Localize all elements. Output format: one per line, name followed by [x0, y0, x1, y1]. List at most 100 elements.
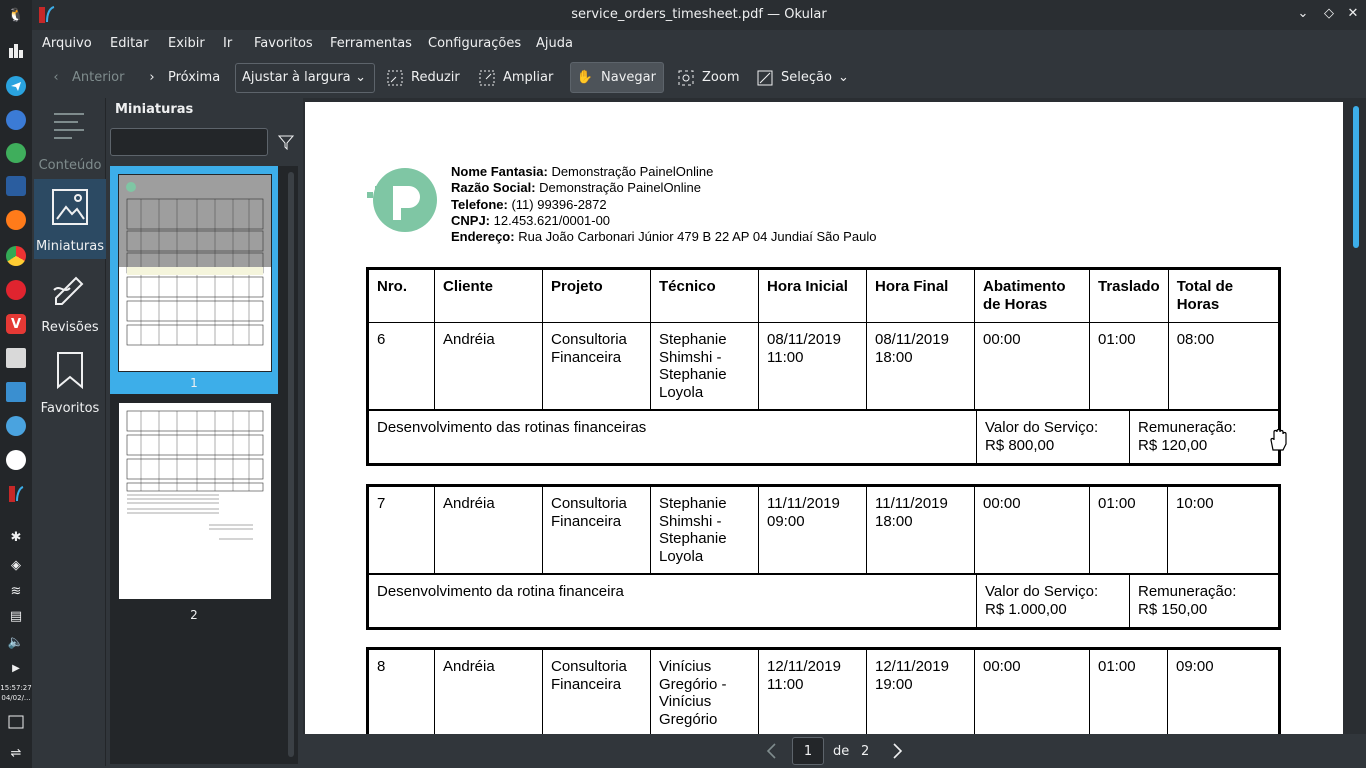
grid-app-icon[interactable]	[6, 41, 26, 61]
order-tecnico: Vinícius Gregório - Vinícius Gregório	[650, 649, 759, 734]
previous-page-button[interactable]: ‹ Anterior	[42, 62, 130, 93]
thumbnail-page-2[interactable]: 2	[110, 402, 278, 632]
zoom-in-icon	[479, 70, 495, 86]
tab-reviews[interactable]: Revisões	[34, 260, 106, 340]
document-scrollbar[interactable]	[1353, 106, 1359, 248]
menu-ir[interactable]: Ir	[223, 36, 232, 51]
show-desktop-icon[interactable]	[6, 712, 26, 732]
clock-date: 04/02/...	[1, 694, 31, 702]
vivaldi-icon[interactable]: V	[6, 314, 26, 334]
hand-cursor-icon	[1270, 428, 1287, 451]
opera-icon[interactable]	[6, 280, 26, 300]
clipboard-icon[interactable]: ▤	[6, 606, 26, 626]
filter-icon[interactable]	[278, 134, 294, 150]
social-value: Demonstração PainelOnline	[539, 180, 702, 196]
tray-expand-icon[interactable]: ▶	[6, 658, 26, 678]
header-nro: Nro.	[368, 269, 435, 323]
maximize-button[interactable]: ◇	[1320, 6, 1338, 24]
order-tecnico: Stephanie Shimshi - Stephanie Loyola	[650, 486, 759, 574]
menu-arquivo[interactable]: Arquivo	[42, 36, 92, 51]
thumbnails-icon	[52, 189, 88, 225]
minimize-button[interactable]: ⌄	[1294, 6, 1312, 24]
selection-dropdown-icon[interactable]: ⌄	[838, 70, 849, 85]
zoom-mode-select[interactable]: Ajustar à largura ⌄	[235, 63, 375, 93]
close-button[interactable]: ✕	[1344, 6, 1362, 24]
header-traslado: Traslado	[1089, 269, 1169, 323]
thumbnail-page-1-image	[118, 174, 272, 372]
zoom-tool-icon	[678, 70, 694, 86]
bookmark-icon	[57, 352, 83, 389]
order-cliente: Andréia	[434, 649, 543, 734]
volume-icon[interactable]: 🔈	[6, 632, 26, 652]
valor-value: R$ 1.000,00	[985, 600, 1067, 618]
order-description-row: Desenvolvimento da rotina financeira Val…	[368, 574, 1279, 628]
window-title: service_orders_timesheet.pdf — Okular	[571, 7, 827, 22]
order-inicio: 12/11/2019 11:00	[758, 649, 867, 734]
next-page-button[interactable]: › Próxima	[138, 62, 226, 93]
menu-ferramentas[interactable]: Ferramentas	[330, 36, 412, 51]
browse-label: Navegar	[601, 70, 656, 85]
sidebar-tabs: Conteúdo Miniaturas Revisões Favoritos	[34, 98, 106, 766]
page-number-input[interactable]: 1	[792, 737, 824, 765]
menu-favoritos[interactable]: Favoritos	[254, 36, 313, 51]
order-nro: 7	[368, 486, 435, 574]
tab-contents-label: Conteúdo	[38, 158, 102, 173]
previous-page-icon[interactable]	[764, 742, 778, 760]
zoom-in-button[interactable]: Ampliar	[473, 62, 559, 93]
thumbnail-search-input[interactable]	[110, 128, 268, 156]
slack-tray-icon[interactable]: ✱	[6, 527, 26, 547]
clock[interactable]: 15:57:27 04/02/...	[0, 683, 32, 703]
remuneracao-value: R$ 150,00	[1138, 600, 1208, 618]
telegram-icon[interactable]	[6, 76, 26, 96]
zoom-out-button[interactable]: Reduzir	[381, 62, 466, 93]
document-app-icon[interactable]	[6, 348, 26, 368]
previous-label: Anterior	[72, 70, 125, 85]
tab-thumbnails[interactable]: Miniaturas	[34, 179, 106, 259]
menu-editar[interactable]: Editar	[110, 36, 149, 51]
browse-tool-button[interactable]: ✋ Navegar	[570, 62, 664, 93]
table-row: 8 Andréia Consultoria Financeira Viníciu…	[368, 649, 1279, 734]
next-page-icon[interactable]	[891, 742, 905, 760]
menu-bar: Arquivo Editar Exibir Ir Favoritos Ferra…	[32, 30, 1366, 58]
zoom-tool-button[interactable]: Zoom	[672, 62, 745, 93]
thunderbird-icon[interactable]	[6, 110, 26, 130]
document-view[interactable]: Nome Fantasia: Demonstração PainelOnline…	[303, 98, 1366, 734]
service-order-8: 8 Andréia Consultoria Financeira Viníciu…	[366, 647, 1281, 734]
order-fim: 12/11/2019 19:00	[866, 649, 975, 734]
hand-icon: ✋	[576, 70, 594, 85]
phone-value: (11) 99396-2872	[511, 196, 607, 212]
thumbnail-page-1[interactable]: 1	[110, 166, 278, 394]
slack-icon[interactable]	[6, 450, 26, 470]
tab-bookmarks[interactable]: Favoritos	[34, 341, 106, 421]
remote-app-icon[interactable]	[6, 416, 26, 436]
remuneracao-label: Remuneração:	[1138, 583, 1237, 600]
tab-contents[interactable]: Conteúdo	[34, 98, 106, 178]
order-inicio: 11/11/2019 09:00	[758, 486, 867, 574]
tray-app-icon[interactable]: ◈	[6, 555, 26, 575]
tab-bookmarks-label: Favoritos	[40, 401, 100, 416]
order-remuneracao-cell: Remuneração: R$ 120,00	[1129, 410, 1279, 464]
menu-ajuda[interactable]: Ajuda	[536, 36, 573, 51]
menu-configuracoes[interactable]: Configurações	[428, 36, 521, 51]
tab-reviews-label: Revisões	[41, 320, 99, 335]
order-cliente: Andréia	[434, 486, 543, 574]
linux-icon[interactable]: 🐧	[6, 5, 26, 25]
header-abatimento: Abatimento de Horas	[974, 269, 1090, 323]
chrome-icon[interactable]	[6, 246, 26, 266]
menu-exibir[interactable]: Exibir	[168, 36, 205, 51]
header-total: Total de Horas	[1167, 269, 1280, 323]
zoom-in-label: Ampliar	[503, 70, 554, 85]
order-abatimento: 00:00	[974, 322, 1090, 410]
thumbnail-scrollbar[interactable]	[288, 172, 294, 757]
dbeaver-icon[interactable]	[6, 176, 26, 196]
order-cliente: Andréia	[434, 322, 543, 410]
zoom-out-icon	[387, 70, 403, 86]
okular-taskbar-icon[interactable]	[6, 484, 26, 504]
file-manager-icon[interactable]	[6, 382, 26, 402]
panel-settings-icon[interactable]: ⇌	[6, 743, 26, 763]
network-app-icon[interactable]	[6, 143, 26, 163]
wifi-icon[interactable]: ≋	[6, 581, 26, 601]
selection-tool-button[interactable]: Seleção ⌄	[751, 62, 855, 93]
remuneracao-value: R$ 120,00	[1138, 436, 1208, 454]
firefox-icon[interactable]	[6, 210, 26, 230]
